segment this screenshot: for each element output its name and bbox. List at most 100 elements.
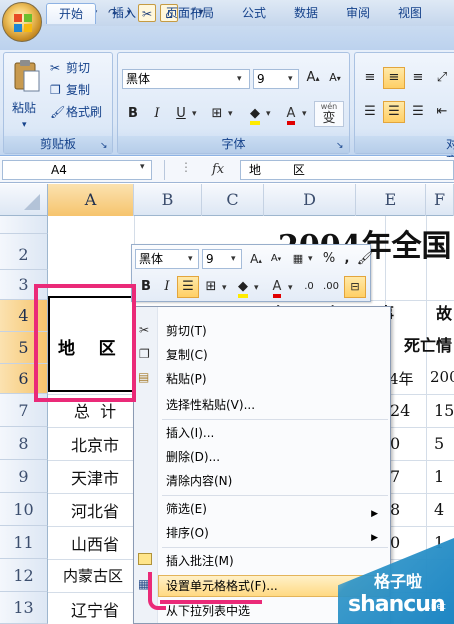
mini-borders-dropdown-icon[interactable]: ▾ [222, 279, 227, 297]
tab-data[interactable]: 数据 [288, 3, 324, 24]
column-header-e[interactable]: E [356, 184, 426, 216]
menu-item-insert[interactable]: 插入(I)... [166, 423, 214, 443]
name-box[interactable]: A4 [2, 160, 152, 180]
shrink-font-icon[interactable]: A▾ [324, 67, 346, 89]
font-color-dropdown-icon[interactable]: ▾ [302, 105, 307, 123]
fill-color-icon[interactable]: ◆ [244, 103, 266, 125]
menu-item-sort[interactable]: 排序(O) ▶ [166, 523, 386, 543]
align-bottom-icon[interactable]: ≡ [407, 67, 429, 89]
mini-font-color-dropdown-icon[interactable]: ▾ [288, 279, 293, 297]
font-name-dropdown-icon[interactable]: ▾ [237, 70, 242, 88]
row-header-8[interactable]: 8 [0, 427, 48, 460]
cell-e9: 7 [390, 467, 401, 486]
copy-icon[interactable]: ❐ [50, 81, 61, 99]
menu-item-delete[interactable]: 删除(D)... [166, 447, 220, 467]
mini-font-color-icon[interactable]: A [266, 276, 288, 298]
menu-item-pick-from-list[interactable]: 从下拉列表中选 [166, 601, 250, 621]
underline-dropdown-icon[interactable]: ▾ [192, 105, 197, 123]
row-header-12[interactable]: 12 [0, 559, 48, 592]
menu-item-paste[interactable]: 粘贴(P) [166, 369, 207, 389]
mini-grow-font-icon[interactable]: A▴ [245, 248, 267, 270]
column-header-b[interactable]: B [134, 184, 202, 216]
paste-button[interactable]: 粘贴 [12, 99, 36, 117]
align-middle-icon[interactable]: ≡ [383, 67, 405, 89]
mini-decrease-decimal-icon[interactable]: .00 [320, 276, 342, 298]
phonetic-guide-button[interactable]: wén 变 [314, 101, 344, 127]
font-name-select[interactable]: 黑体 [122, 69, 250, 89]
tab-review[interactable]: 审阅 [340, 3, 376, 24]
office-button[interactable] [2, 2, 42, 42]
menu-item-sort-label: 排序(O) [166, 526, 209, 540]
font-size-dropdown-icon[interactable]: ▾ [288, 70, 293, 88]
align-right-icon[interactable]: ☰ [407, 101, 429, 123]
row-header-11[interactable]: 11 [0, 526, 48, 559]
underline-button[interactable]: U [170, 103, 192, 125]
mini-fill-color-icon[interactable]: ◆ [232, 276, 254, 298]
mini-number-format-icon[interactable]: ▦ [287, 248, 309, 270]
watermark-line3: .net [428, 602, 446, 612]
tab-insert[interactable]: 插入 [104, 3, 144, 24]
clipboard-launcher-icon[interactable]: ↘ [100, 137, 108, 155]
mini-bold-button[interactable]: B [135, 276, 157, 298]
mini-format-painter-icon[interactable]: 🖌 [354, 248, 376, 270]
row-header-10[interactable]: 10 [0, 493, 48, 526]
paste-icon[interactable] [13, 59, 41, 93]
mini-font-size-select[interactable]: 9 [202, 249, 242, 269]
align-center-icon[interactable]: ☰ [383, 101, 405, 123]
menu-item-format-cells[interactable]: 设置单元格格式(F)... [166, 576, 278, 596]
bold-button[interactable]: B [122, 103, 144, 125]
name-box-dropdown-icon[interactable]: ▾ [140, 162, 145, 172]
menu-item-copy[interactable]: 复制(C) [166, 345, 208, 365]
row-header-13[interactable]: 13 [0, 592, 48, 624]
column-header-a[interactable]: A [48, 184, 134, 216]
font-launcher-icon[interactable]: ↘ [336, 137, 344, 155]
grow-font-icon[interactable]: A▴ [302, 67, 324, 89]
menu-item-filter[interactable]: 筛选(E) ▶ [166, 499, 386, 519]
orientation-icon[interactable]: ⤢ [431, 67, 453, 89]
formula-bar-grip-icon: ⋮ [180, 160, 192, 174]
mini-font-size-dropdown-icon[interactable]: ▾ [231, 250, 236, 268]
tab-page-layout[interactable]: 页面布局 [158, 3, 222, 24]
column-header-c[interactable]: C [202, 184, 264, 216]
paste-dropdown-icon[interactable]: ▾ [22, 116, 27, 134]
row-header-2[interactable]: 2 [0, 234, 48, 270]
format-painter-icon[interactable]: 🖌 [50, 103, 65, 121]
tab-formulas[interactable]: 公式 [236, 3, 272, 24]
tab-view[interactable]: 视图 [392, 3, 428, 24]
row-header-1[interactable] [0, 216, 48, 234]
mini-font-name-dropdown-icon[interactable]: ▾ [188, 250, 193, 268]
insert-function-icon[interactable]: fx [212, 161, 240, 179]
menu-item-insert-comment[interactable]: 插入批注(M) [166, 551, 234, 571]
cut-button[interactable]: 剪切 [66, 59, 90, 77]
mini-borders-icon[interactable]: ⊞ [200, 276, 222, 298]
mini-number-format-dropdown-icon[interactable]: ▾ [308, 250, 313, 268]
formula-input[interactable]: 地 区 [240, 160, 454, 180]
mini-align-center-icon[interactable]: ☰ [177, 276, 199, 298]
cell-f7: 15 [434, 401, 454, 420]
cut-icon[interactable]: ✂ [50, 59, 60, 77]
borders-dropdown-icon[interactable]: ▾ [228, 105, 233, 123]
decrease-indent-icon[interactable]: ⇤ [431, 101, 453, 123]
context-menu: ✂ 剪切(T) ❐ 复制(C) ▤ 粘贴(P) 选择性粘贴(V)... 插入(I… [133, 306, 391, 624]
menu-item-paste-special[interactable]: 选择性粘贴(V)... [166, 395, 255, 415]
select-all-corner[interactable] [0, 184, 48, 216]
font-color-icon[interactable]: A [280, 103, 302, 125]
align-top-icon[interactable]: ≡ [359, 67, 381, 89]
mini-merge-center-icon[interactable]: ⊟ [344, 276, 366, 298]
menu-item-cut[interactable]: 剪切(T) [166, 321, 207, 341]
menu-item-clear-contents[interactable]: 清除内容(N) [166, 471, 232, 491]
fill-color-dropdown-icon[interactable]: ▾ [266, 105, 271, 123]
tab-home[interactable]: 开始 [46, 3, 96, 24]
italic-button[interactable]: I [146, 103, 168, 125]
format-painter-button[interactable]: 格式刷 [66, 103, 102, 121]
mini-shrink-font-icon[interactable]: A▾ [265, 248, 287, 270]
borders-icon[interactable]: ⊞ [206, 103, 228, 125]
align-left-icon[interactable]: ☰ [359, 101, 381, 123]
copy-button[interactable]: 复制 [66, 81, 90, 99]
column-header-f[interactable]: F [426, 184, 454, 216]
column-header-d[interactable]: D [264, 184, 356, 216]
mini-increase-decimal-icon[interactable]: .0 [298, 276, 320, 298]
row-header-9[interactable]: 9 [0, 460, 48, 493]
mini-italic-button[interactable]: I [156, 276, 178, 298]
mini-fill-color-dropdown-icon[interactable]: ▾ [254, 279, 259, 297]
